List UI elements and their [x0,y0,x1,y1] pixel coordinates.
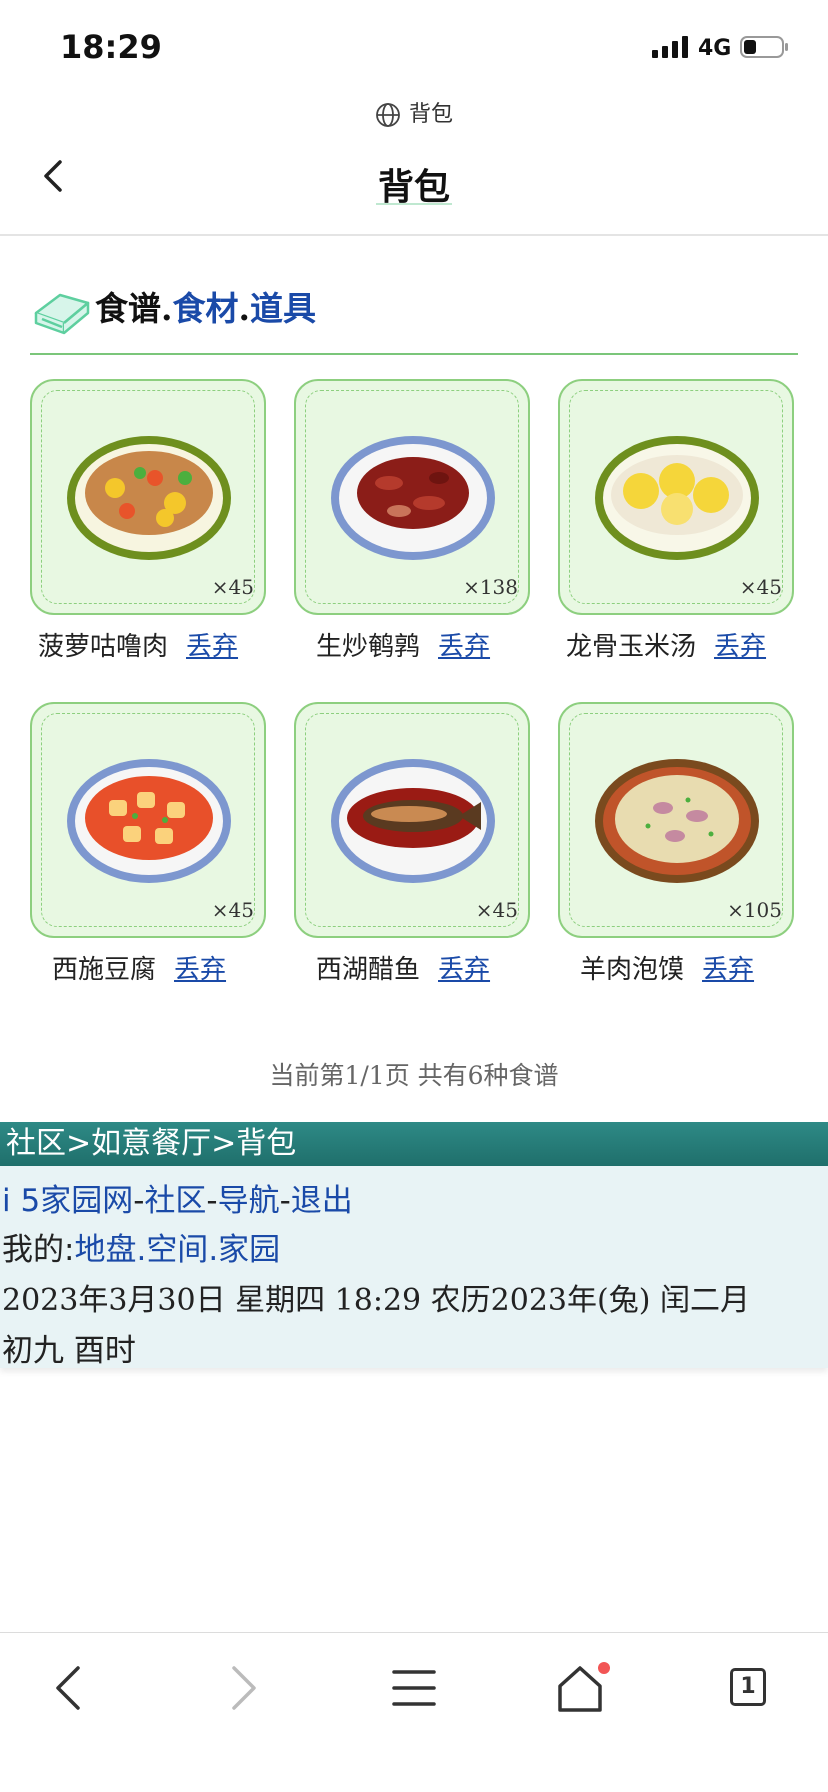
home-link[interactable]: 家园 [218,1232,280,1268]
recipe-label: 西湖醋鱼 丢弃 [316,949,490,986]
site-label: 背包 [0,96,828,128]
heading-separator: . [238,289,251,328]
dish-vinegar-fish-image [331,759,495,883]
link-separator: - [206,1183,218,1219]
recipe-name: 龙骨玉米汤 [566,632,697,662]
date-line-continued: 初九 酉时 [2,1333,136,1369]
my-label: 我的: [2,1232,75,1268]
item-quantity: ×105 [727,898,782,922]
recipe-label: 生炒鹌鹑 丢弃 [316,626,490,663]
heading-divider [30,353,798,355]
community-link[interactable]: 社区 [144,1183,206,1219]
item-quantity: ×45 [211,575,254,599]
recipe-card[interactable]: ×45 [558,379,794,615]
link-separator: - [279,1183,291,1219]
tabs-button[interactable]: 1 [718,1660,778,1716]
tab-count: 1 [730,1668,766,1706]
dish-corn-soup-image [595,436,759,560]
date-line: 2023年3月30日 星期四 18:29 农历2023年(兔) 闰二月 [2,1283,750,1318]
tab-ingredients[interactable]: 食材 [173,289,239,328]
discard-link[interactable]: 丢弃 [702,955,754,985]
bottom-divider [0,1632,828,1633]
land-link[interactable]: 地盘 [74,1232,136,1268]
globe-icon [376,103,400,127]
link-dot: . [136,1232,147,1268]
tab-recipes[interactable]: 食谱 [95,289,161,328]
nav-prefix-link[interactable]: i [2,1183,11,1219]
item-quantity: ×45 [739,575,782,599]
discard-link[interactable]: 丢弃 [438,955,490,985]
recipe-card[interactable]: ×45 [294,702,530,938]
breadcrumb: 社区>如意餐厅>背包 [0,1122,828,1166]
title-underline [376,203,452,205]
footer-nav-line: i 5家园网-社区-导航-退出 [2,1175,353,1220]
battery-icon [740,36,788,58]
recipe-card[interactable]: ×45 [30,379,266,615]
my-links-line: 我的:地盘.空间.家园 [2,1224,280,1269]
space-link[interactable]: 空间 [146,1232,208,1268]
item-quantity: ×45 [211,898,254,922]
status-time: 18:29 [60,28,162,66]
recipe-name: 西施豆腐 [52,955,157,985]
discard-link[interactable]: 丢弃 [174,955,226,985]
recipe-label: 羊肉泡馍 丢弃 [580,949,754,986]
recipe-name: 生炒鹌鹑 [316,632,421,662]
dish-tofu-image [67,759,231,883]
recipe-label: 菠萝咕噜肉 丢弃 [38,626,238,663]
dish-sweet-sour-pork-image [67,436,231,560]
item-quantity: ×138 [463,575,518,599]
discard-link[interactable]: 丢弃 [714,632,766,662]
tab-items[interactable]: 道具 [250,289,316,328]
recipe-name: 菠萝咕噜肉 [38,632,169,662]
discard-link[interactable]: 丢弃 [438,632,490,662]
navigation-link[interactable]: 导航 [218,1183,280,1219]
heading-separator: . [161,289,173,328]
signal-icon [652,36,688,58]
link-separator: - [133,1183,145,1219]
recipe-card[interactable]: ×45 [30,702,266,938]
section-heading: 食谱.食材.道具 [95,282,316,330]
nav-forward-icon[interactable] [212,1660,272,1716]
site-label-text: 背包 [408,102,453,127]
item-quantity: ×45 [475,898,518,922]
link-dot: . [208,1232,219,1268]
recipe-label: 龙骨玉米汤 丢弃 [566,626,766,663]
dish-stir-fried-quail-image [331,436,495,560]
network-type: 4G [698,36,732,61]
recipe-name: 羊肉泡馍 [580,955,685,985]
recipe-name: 西湖醋鱼 [316,955,421,985]
book-icon [34,293,90,335]
header-divider [0,234,828,236]
home-icon[interactable] [550,1660,610,1716]
recipe-card[interactable]: ×105 [558,702,794,938]
logout-link[interactable]: 退出 [291,1183,353,1219]
pagination-info: 当前第1/1页 共有6种食谱 [269,1061,559,1090]
menu-icon[interactable] [384,1660,444,1716]
recipe-label: 西施豆腐 丢弃 [52,949,226,986]
recipe-card[interactable]: ×138 [294,379,530,615]
nav-back-icon[interactable] [40,1660,100,1716]
dish-lamb-bread-soup-image [595,759,759,883]
discard-link[interactable]: 丢弃 [186,632,238,662]
site-home-link[interactable]: 5家园网 [20,1183,133,1219]
